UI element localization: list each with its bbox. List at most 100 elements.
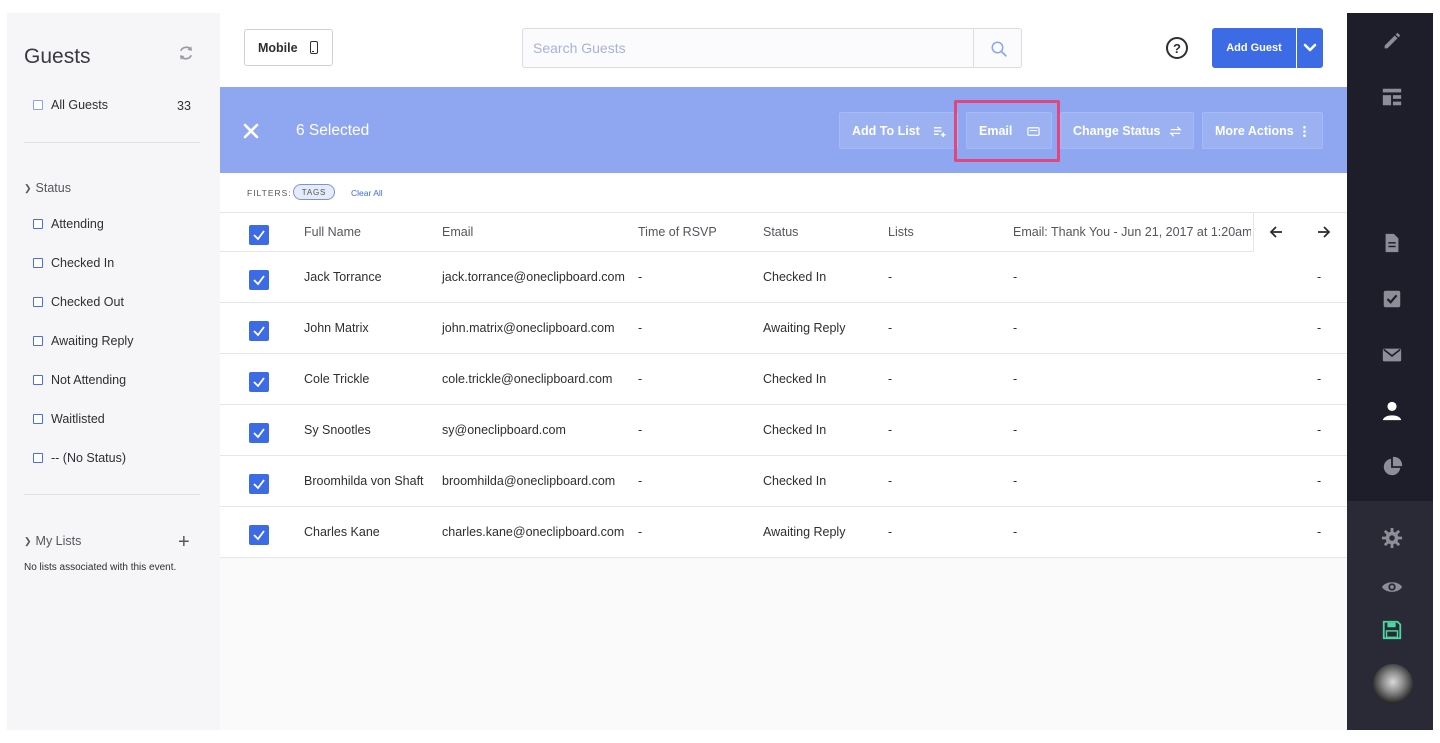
refresh-icon[interactable] xyxy=(177,44,195,62)
layout-icon[interactable] xyxy=(1381,86,1403,108)
mobile-view-button[interactable]: Mobile xyxy=(244,29,333,66)
table-header: Full Name Email Time of RSVP Status List… xyxy=(220,212,1347,252)
sidebar-item-waitlisted[interactable]: Waitlisted xyxy=(33,409,105,429)
all-guests-count: 33 xyxy=(177,99,191,113)
status-checkbox[interactable] xyxy=(33,414,43,424)
column-header-lists[interactable]: Lists xyxy=(888,225,914,239)
cell-time-of-rsvp: - xyxy=(638,474,643,488)
search-icon[interactable] xyxy=(990,40,1008,58)
row-checkbox[interactable] xyxy=(249,525,269,545)
arrow-left-icon[interactable] xyxy=(1269,225,1283,239)
sidebar-item-awaiting-reply[interactable]: Awaiting Reply xyxy=(33,331,133,351)
table-row[interactable]: Charles Kane charles.kane@oneclipboard.c… xyxy=(220,507,1347,558)
sidebar-item-checked-in[interactable]: Checked In xyxy=(33,253,114,273)
my-lists-section-toggle[interactable]: ❯ My Lists xyxy=(24,534,81,548)
status-checkbox[interactable] xyxy=(33,297,43,307)
cell-full-name: Broomhilda von Shaft xyxy=(304,474,424,488)
cell-lists: - xyxy=(888,474,893,488)
search-input[interactable] xyxy=(523,29,973,67)
table-row[interactable]: John Matrix john.matrix@oneclipboard.com… xyxy=(220,303,1347,354)
more-actions-button[interactable]: More Actions xyxy=(1202,112,1323,149)
column-header-email[interactable]: Email xyxy=(442,225,473,239)
pie-chart-icon[interactable] xyxy=(1381,456,1403,478)
gear-icon[interactable] xyxy=(1381,527,1403,549)
change-status-button[interactable]: Change Status xyxy=(1060,112,1194,149)
app-nav-rail xyxy=(1347,13,1433,730)
cell-full-name: Jack Torrance xyxy=(304,270,382,284)
envelope-icon[interactable] xyxy=(1381,344,1403,366)
close-icon[interactable] xyxy=(243,123,259,139)
check-icon xyxy=(253,275,265,286)
column-header-email-thank-you[interactable]: Email: Thank You - Jun 21, 2017 at 1:20a… xyxy=(1013,225,1251,239)
sidebar-item-not-attending[interactable]: Not Attending xyxy=(33,370,126,390)
column-header-full-name[interactable]: Full Name xyxy=(304,225,361,239)
swap-icon xyxy=(1169,126,1182,137)
cell-email: broomhilda@oneclipboard.com xyxy=(442,474,616,488)
cell-full-name: Charles Kane xyxy=(304,525,380,539)
status-checkbox[interactable] xyxy=(33,336,43,346)
person-icon[interactable] xyxy=(1381,400,1403,422)
cell-email-thank-you: - xyxy=(1013,321,1018,335)
cell-extra: - xyxy=(1317,372,1322,386)
status-checkbox[interactable] xyxy=(33,375,43,385)
clear-all-filters-link[interactable]: Clear All xyxy=(351,188,383,198)
cell-status: Awaiting Reply xyxy=(763,321,846,335)
sidebar-item-checked-out[interactable]: Checked Out xyxy=(33,292,124,312)
add-guest-label: Add Guest xyxy=(1226,42,1282,54)
cell-extra: - xyxy=(1317,270,1322,284)
row-checkbox[interactable] xyxy=(249,372,269,392)
sidebar-divider xyxy=(24,494,200,495)
sidebar-item-no-status[interactable]: -- (No Status) xyxy=(33,448,126,468)
status-checkbox[interactable] xyxy=(33,453,43,463)
column-header-time-of-rsvp[interactable]: Time of RSVP xyxy=(638,225,717,239)
status-label: Checked Out xyxy=(51,295,124,309)
sidebar-divider xyxy=(24,142,200,143)
row-checkbox[interactable] xyxy=(249,474,269,494)
row-checkbox[interactable] xyxy=(249,423,269,443)
cell-full-name: John Matrix xyxy=(304,321,369,335)
help-icon[interactable]: ? xyxy=(1166,37,1188,59)
arrow-right-icon[interactable] xyxy=(1317,225,1331,239)
table-row[interactable]: Jack Torrance jack.torrance@oneclipboard… xyxy=(220,252,1347,303)
cell-email-thank-you: - xyxy=(1013,372,1018,386)
cell-time-of-rsvp: - xyxy=(638,270,643,284)
row-checkbox[interactable] xyxy=(249,321,269,341)
save-icon[interactable] xyxy=(1381,619,1403,641)
more-actions-label: More Actions xyxy=(1215,123,1294,138)
tags-filter-chip[interactable]: TAGS xyxy=(293,184,335,200)
checkbox-icon[interactable] xyxy=(1381,288,1403,310)
rail-lower-section xyxy=(1347,501,1433,730)
selected-count: 6 Selected xyxy=(296,122,370,139)
all-guests-checkbox[interactable] xyxy=(33,100,43,110)
document-icon[interactable] xyxy=(1381,232,1403,254)
user-avatar[interactable] xyxy=(1373,664,1413,704)
cell-email-thank-you: - xyxy=(1013,270,1018,284)
row-checkbox[interactable] xyxy=(249,270,269,290)
cell-status: Awaiting Reply xyxy=(763,525,846,539)
table-row[interactable]: Sy Snootles sy@oneclipboard.com - Checke… xyxy=(220,405,1347,456)
check-icon xyxy=(253,428,265,439)
cell-full-name: Cole Trickle xyxy=(304,372,370,386)
status-checkbox[interactable] xyxy=(33,258,43,268)
add-guest-button[interactable]: Add Guest xyxy=(1212,28,1296,68)
column-header-status[interactable]: Status xyxy=(763,225,798,239)
add-list-icon[interactable]: + xyxy=(178,532,190,552)
table-row[interactable]: Broomhilda von Shaft broomhilda@oneclipb… xyxy=(220,456,1347,507)
status-checkbox[interactable] xyxy=(33,219,43,229)
cell-status: Checked In xyxy=(763,270,827,284)
status-section-toggle[interactable]: ❯ Status xyxy=(24,181,71,195)
sidebar-item-all-guests[interactable]: All Guests xyxy=(33,95,108,115)
check-icon xyxy=(253,377,265,388)
add-guest-dropdown-button[interactable] xyxy=(1297,28,1323,68)
table-row[interactable]: Cole Trickle cole.trickle@oneclipboard.c… xyxy=(220,354,1347,405)
sidebar-item-attending[interactable]: Attending xyxy=(33,214,104,234)
eye-icon[interactable] xyxy=(1381,576,1403,598)
cell-email: cole.trickle@oneclipboard.com xyxy=(442,372,613,386)
guests-sidebar: Guests All Guests 33 ❯ Status Attending … xyxy=(7,13,220,730)
add-to-list-button[interactable]: Add To List xyxy=(839,112,958,149)
chevron-down-icon: ❯ xyxy=(24,182,32,193)
email-button[interactable]: Email xyxy=(966,112,1052,149)
email-button-label: Email xyxy=(979,123,1013,138)
select-all-checkbox[interactable] xyxy=(249,225,269,245)
pencil-icon[interactable] xyxy=(1381,30,1403,52)
